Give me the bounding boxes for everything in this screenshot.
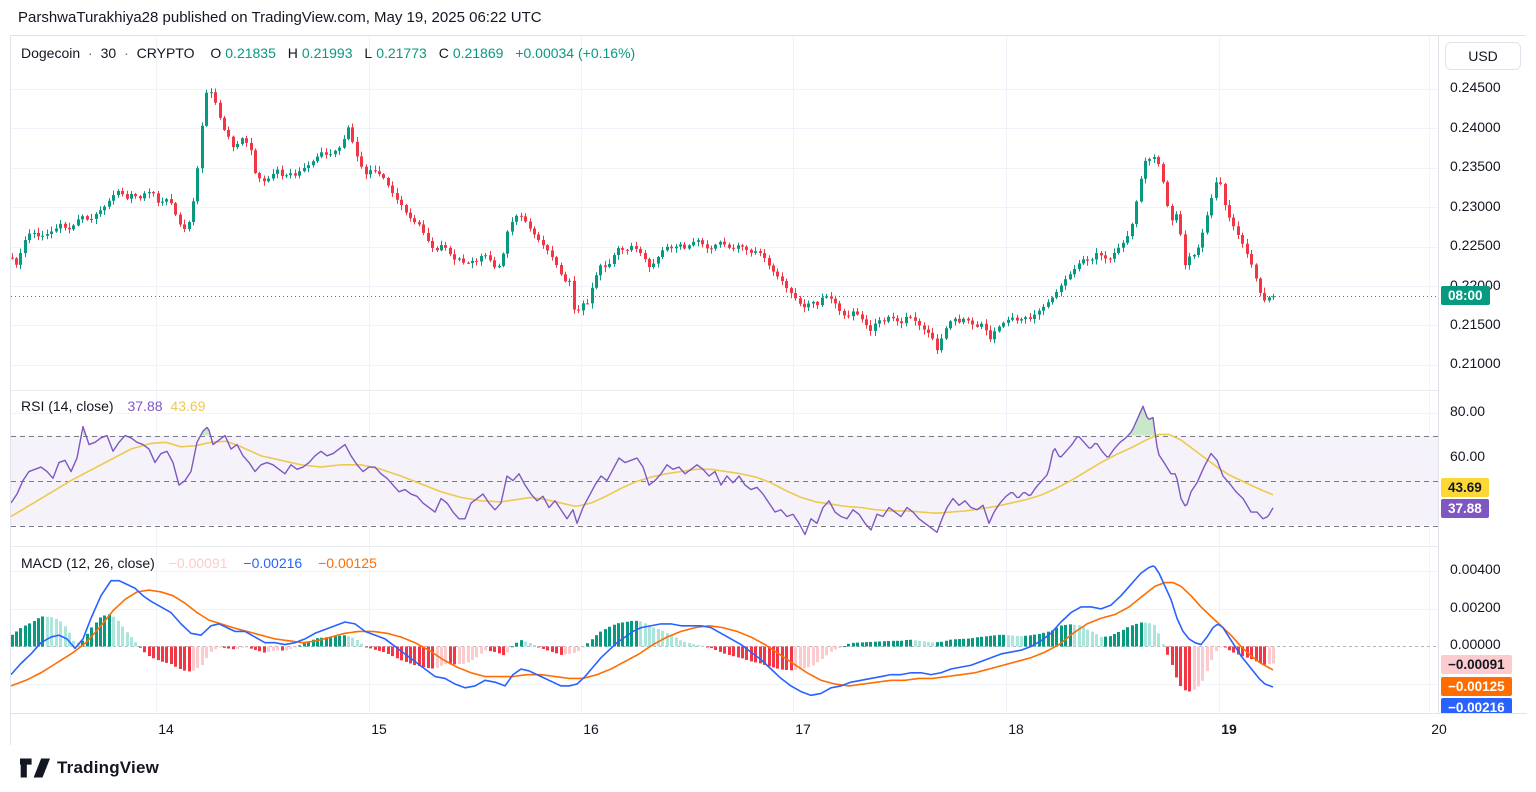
exchange-label: CRYPTO [137,45,195,61]
macd-hist-value: −0.00091 [169,555,228,571]
high-value: 0.21993 [302,45,353,61]
time-axis-label-14: 14 [158,721,174,737]
footer-brand[interactable]: TradingView [20,758,159,778]
price-axis-label: 0.24000 [1450,119,1501,135]
price-pane-canvas[interactable] [11,36,1438,390]
macd-pane-canvas[interactable] [11,547,1438,713]
usd-button[interactable]: USD [1445,42,1521,70]
publish-line: ParshwaTurakhiya28 published on TradingV… [18,0,542,35]
macd-axis-label: 0.00000 [1450,636,1501,652]
time-axis-label-18: 18 [1008,721,1024,737]
macd-hist-value-tag: −0.00091 [1441,655,1512,674]
macd-pane[interactable]: MACD (12, 26, close) −0.00091 −0.00216 −… [11,547,1438,713]
price-axis-label: 0.21000 [1450,355,1501,371]
tradingview-logo-icon [20,758,50,778]
rsi-title: RSI (14, close) [21,398,114,414]
countdown-price-tag: 08:00 [1441,286,1490,305]
macd-title: MACD (12, 26, close) [21,555,155,571]
close-value: 0.21869 [453,45,504,61]
low-value: 0.21773 [376,45,427,61]
open-value: 0.21835 [225,45,276,61]
rsi-line-value: 37.88 [127,398,162,414]
rsi-value-tag: 37.88 [1441,499,1489,518]
rsi-axis-label: 60.00 [1450,448,1485,464]
rsi-ma-value-tag: 43.69 [1441,478,1489,497]
rsi-legend: RSI (14, close) 37.88 43.69 [21,398,209,414]
interval-label: 30 [101,45,117,61]
macd-line-value: −0.00216 [243,555,302,571]
price-pane[interactable]: Dogecoin · 30 · CRYPTO O0.21835 H0.21993… [11,36,1438,390]
change-value: +0.00034 (+0.16%) [515,45,635,61]
macd-axis-label: 0.00400 [1450,561,1501,577]
rsi-ma-value: 43.69 [170,398,205,414]
price-axis-label: 0.21500 [1450,316,1501,332]
main-legend: Dogecoin · 30 · CRYPTO O0.21835 H0.21993… [21,45,639,61]
price-axis-label: 0.23500 [1450,158,1501,174]
time-axis-label-15: 15 [371,721,387,737]
macd-axis-label: 0.00200 [1450,599,1501,615]
time-axis-label-19: 19 [1221,721,1237,737]
rsi-axis-label: 80.00 [1450,403,1485,419]
macd-legend: MACD (12, 26, close) −0.00091 −0.00216 −… [21,555,381,571]
chart-widget: Dogecoin · 30 · CRYPTO O0.21835 H0.21993… [10,35,1526,745]
time-axis-label-16: 16 [583,721,599,737]
symbol-title: Dogecoin [21,45,80,61]
tradingview-logo-text: TradingView [57,758,159,778]
rsi-pane-canvas[interactable] [11,391,1438,546]
price-axis-label: 0.24500 [1450,79,1501,95]
time-axis-label-17: 17 [795,721,811,737]
rsi-pane[interactable]: RSI (14, close) 37.88 43.69 [11,391,1438,546]
price-scale[interactable]: USD 0.24500 0.24000 0.23500 0.23000 0.22500 0… [1438,36,1528,713]
macd-signal-value-tag: −0.00125 [1441,677,1512,696]
time-axis[interactable]: 14 15 16 17 18 19 20 [11,713,1527,746]
price-axis-label: 0.22500 [1450,237,1501,253]
price-axis-label: 0.23000 [1450,198,1501,214]
macd-signal-value: −0.00125 [318,555,377,571]
time-axis-label-20: 20 [1431,721,1447,737]
